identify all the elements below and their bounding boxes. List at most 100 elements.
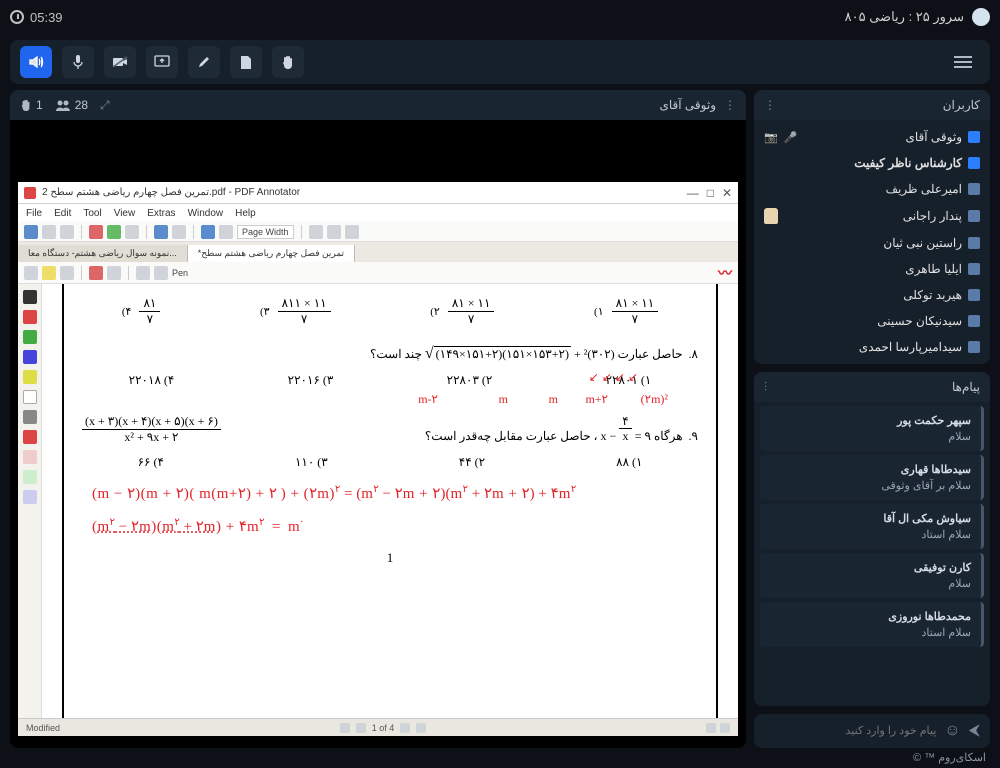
clock-icon bbox=[10, 10, 24, 24]
hand-icon bbox=[281, 54, 295, 70]
user-icon bbox=[968, 183, 980, 195]
raise-hand-button[interactable] bbox=[272, 46, 304, 78]
color-red-icon[interactable] bbox=[89, 266, 103, 280]
menu-help[interactable]: Help bbox=[235, 208, 256, 219]
page-indicator: 1 of 4 bbox=[372, 723, 395, 733]
users-panel: کاربران ⋮ وثوقی آقای🎤📷کارشناس ناظر کیفیت… bbox=[754, 90, 990, 364]
tool-icon[interactable] bbox=[219, 225, 233, 239]
tool-icon[interactable] bbox=[60, 266, 74, 280]
tool-icon[interactable] bbox=[107, 225, 121, 239]
camera-icon bbox=[112, 55, 128, 69]
pdf-toolbar: Page Width bbox=[18, 222, 738, 242]
hand-icon bbox=[764, 208, 778, 224]
user-row[interactable]: امیرعلی ظریف bbox=[754, 176, 990, 202]
user-row[interactable]: راستین نبی ثیان bbox=[754, 230, 990, 256]
tool-icon[interactable] bbox=[154, 266, 168, 280]
user-name-label: هیربد توکلی bbox=[903, 288, 962, 302]
annotation-wave-icon: 〰 bbox=[718, 263, 732, 283]
user-row[interactable]: ایلیا طاهری bbox=[754, 256, 990, 282]
mic-icon bbox=[71, 54, 85, 70]
tool-icon[interactable] bbox=[89, 225, 103, 239]
tool-icon[interactable] bbox=[309, 225, 323, 239]
tool-icon[interactable] bbox=[107, 266, 121, 280]
presentation-menu-icon[interactable]: ⋮ bbox=[724, 98, 736, 112]
maximize-button[interactable]: □ bbox=[707, 186, 714, 200]
footer-brand: اسکای‌روم ™ © bbox=[913, 751, 986, 764]
zoom-select[interactable]: Page Width bbox=[237, 225, 294, 239]
user-icon bbox=[968, 315, 980, 327]
user-icon bbox=[968, 263, 980, 275]
user-icon bbox=[968, 157, 980, 169]
user-name-label: پندار راجانی bbox=[903, 209, 962, 223]
user-name-label: ایلیا طاهری bbox=[905, 262, 962, 276]
users-menu-icon[interactable]: ⋮ bbox=[764, 98, 776, 112]
tool-icon[interactable] bbox=[201, 225, 215, 239]
user-name-label: امیرعلی ظریف bbox=[886, 182, 962, 196]
presenter-name: وثوقی آقای bbox=[659, 98, 716, 112]
pdf-page[interactable]: ۱۱ × ۸۱۷۱)۱۱ × ۸۱۷۲)۱۱ × ۸۱۱۷۳)۸۱۷۴) ۸. … bbox=[42, 284, 738, 718]
user-name-label: سیدامیرپارسا احمدی bbox=[859, 340, 962, 354]
user-row[interactable]: سیدامیرپارسا احمدی bbox=[754, 334, 990, 360]
tool-icon[interactable] bbox=[327, 225, 341, 239]
emoji-icon[interactable]: ☺ bbox=[944, 722, 960, 740]
menu-button[interactable] bbox=[946, 48, 980, 76]
minimize-button[interactable]: — bbox=[687, 186, 699, 200]
server-label: سرور ۲۵ : ریاضی ۸۰۵ bbox=[845, 9, 964, 25]
expand-icon[interactable]: ⤢ bbox=[100, 98, 110, 113]
messages-title: پیام‌ها bbox=[952, 380, 980, 394]
highlight-icon[interactable] bbox=[42, 266, 56, 280]
user-row[interactable]: سیدنیکان حسینی bbox=[754, 308, 990, 334]
file-button[interactable] bbox=[230, 46, 262, 78]
tool-icon[interactable] bbox=[125, 225, 139, 239]
pdf-tab[interactable]: نمونه سوال ریاضی هشتم- دستگاه معا... bbox=[18, 245, 188, 262]
user-icon bbox=[968, 210, 980, 222]
user-row[interactable]: هیربد توکلی bbox=[754, 282, 990, 308]
raised-hands-count: 1 bbox=[20, 98, 43, 112]
pdf-window-title: تمرین فصل چهارم ریاضی هشتم سطح 2.pdf - P… bbox=[42, 187, 300, 198]
screen-share-button[interactable] bbox=[146, 46, 178, 78]
user-name-label: وثوقی آقای bbox=[905, 130, 962, 144]
tool-icon[interactable] bbox=[172, 225, 186, 239]
menu-window[interactable]: Window bbox=[188, 208, 224, 219]
messages-panel: پیام‌ها ⫶ سپهر حکمت پورسلامسیدطاها قهاری… bbox=[754, 372, 990, 706]
menu-file[interactable]: File bbox=[26, 208, 42, 219]
menu-view[interactable]: View bbox=[114, 208, 136, 219]
app-icon bbox=[24, 187, 36, 199]
mic-button[interactable] bbox=[62, 46, 94, 78]
pdf-tab[interactable]: *تمرین فصل چهارم ریاضی هشتم سطح bbox=[188, 245, 355, 262]
tool-icon[interactable] bbox=[60, 225, 74, 239]
user-row[interactable]: وثوقی آقای🎤📷 bbox=[754, 124, 990, 150]
mic-icon: 🎤 bbox=[784, 131, 798, 144]
avatar[interactable] bbox=[972, 8, 990, 26]
user-row[interactable]: پندار راجانی bbox=[754, 202, 990, 230]
message-item: سیدطاها قهاریسلام بر آقای وثوقی bbox=[760, 455, 984, 500]
tool-icon[interactable] bbox=[24, 225, 38, 239]
user-name-label: سیدنیکان حسینی bbox=[877, 314, 962, 328]
message-input[interactable] bbox=[764, 725, 936, 737]
whiteboard-button[interactable] bbox=[188, 46, 220, 78]
message-item: محمدطاها نوروزیسلام استاد bbox=[760, 602, 984, 647]
speaker-button[interactable] bbox=[20, 46, 52, 78]
people-icon bbox=[55, 99, 71, 111]
message-item: کارن توفیقیسلام bbox=[760, 553, 984, 598]
tool-icon[interactable] bbox=[345, 225, 359, 239]
menu-tool[interactable]: Tool bbox=[83, 208, 101, 219]
tool-icon[interactable] bbox=[42, 225, 56, 239]
user-row[interactable]: کارشناس ناظر کیفیت bbox=[754, 150, 990, 176]
menu-edit[interactable]: Edit bbox=[54, 208, 71, 219]
user-icon bbox=[968, 237, 980, 249]
tool-icon[interactable] bbox=[136, 266, 150, 280]
menu-extras[interactable]: Extras bbox=[147, 208, 175, 219]
send-icon[interactable]: ⮜ bbox=[969, 722, 980, 740]
hand-icon bbox=[20, 98, 32, 112]
camera-button[interactable] bbox=[104, 46, 136, 78]
users-title: کاربران bbox=[943, 98, 980, 112]
tool-icon[interactable] bbox=[24, 266, 38, 280]
close-button[interactable]: ✕ bbox=[722, 186, 732, 200]
messages-menu-icon[interactable]: ⫶ bbox=[764, 380, 767, 395]
tool-icon[interactable] bbox=[154, 225, 168, 239]
message-item: سیاوش مکی ال آقاسلام استاد bbox=[760, 504, 984, 549]
participants-count: 28 bbox=[55, 98, 88, 112]
user-icon bbox=[968, 289, 980, 301]
pdf-side-toolbar bbox=[18, 284, 42, 718]
